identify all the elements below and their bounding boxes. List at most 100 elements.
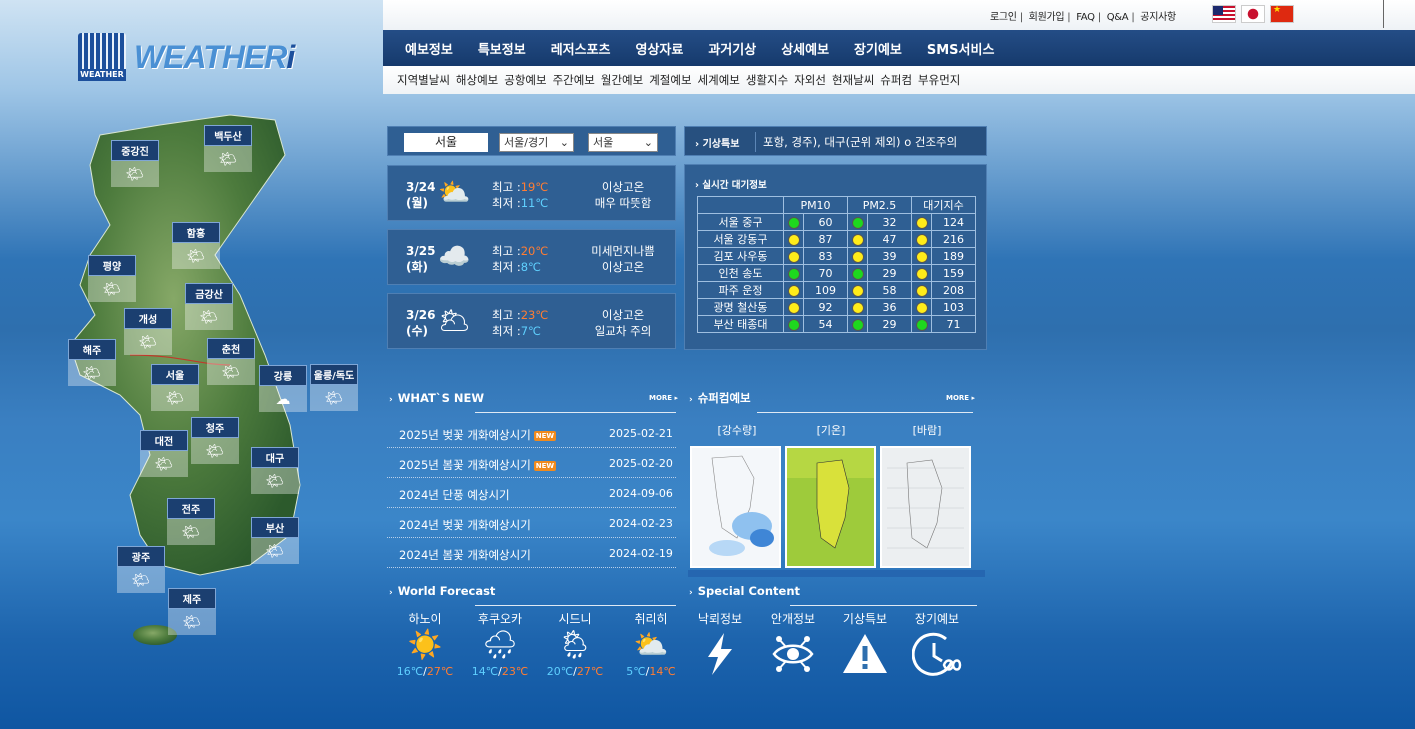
precip-map-thumbnail[interactable] (690, 446, 781, 568)
map-city-daejeon[interactable]: 대전 🌤 (140, 430, 188, 477)
subnav-item[interactable]: 자외선 (794, 72, 826, 88)
subnav-item[interactable]: 세계예보 (698, 72, 740, 88)
wind-map-thumbnail[interactable] (880, 446, 971, 568)
chevron-down-icon: ⌄ (559, 136, 569, 149)
subnav-item[interactable]: 월간예보 (601, 72, 643, 88)
logo-mark-icon: WEATHER (78, 33, 126, 81)
news-date: 2024-02-19 (609, 547, 673, 560)
long-range-clock-icon[interactable] (902, 631, 972, 679)
world-city-name[interactable]: 후쿠오카 (465, 610, 535, 627)
subnav-item[interactable]: 주간예보 (553, 72, 595, 88)
pm25-status-dot (851, 284, 864, 297)
news-item[interactable]: 2025년 봄꽃 개화예상시기 NEW 2025-02-20 (387, 448, 676, 478)
nav-imagery[interactable]: 영상자료 (636, 39, 684, 58)
special-fog-label[interactable]: 안개정보 (758, 610, 828, 627)
nav-forecast[interactable]: 예보정보 (405, 39, 453, 58)
subnav-item[interactable]: 부유먼지 (918, 72, 960, 88)
partly-cloudy-icon: 🌤 (117, 567, 165, 593)
supercomputer-more-link[interactable]: MORE ▸ (946, 394, 975, 402)
map-city-jeju[interactable]: 제주 🌤 (168, 588, 216, 635)
temp-map-thumbnail[interactable] (785, 446, 876, 568)
fog-eye-icon[interactable] (758, 631, 828, 679)
map-city-baekdusan[interactable]: 백두산 🌤 (204, 125, 252, 172)
nav-past-weather[interactable]: 과거기상 (708, 39, 756, 58)
special-lightning-label[interactable]: 낙뢰정보 (685, 610, 755, 627)
whats-new-more-link[interactable]: MORE ▸ (649, 394, 678, 402)
jp-flag-icon[interactable] (1241, 5, 1265, 23)
map-city-geumgangsan[interactable]: 금강산 🌤 (185, 283, 233, 330)
nav-sms[interactable]: SMS서비스 (927, 39, 995, 58)
map-city-haeju[interactable]: 해주 🌤 (68, 339, 116, 386)
map-city-gwangju[interactable]: 광주 🌤 (117, 546, 165, 593)
cn-flag-icon[interactable] (1270, 5, 1294, 23)
aqi-value: 124 (931, 213, 976, 231)
subnav-item[interactable]: 생활지수 (746, 72, 788, 88)
logo-text: WEATHERi (134, 39, 295, 75)
map-city-cheongju[interactable]: 청주 🌤 (191, 417, 239, 464)
forecast-day-2: 3/25 (화) ☁️ 최고 :20℃ 최저 :8℃ 미세먼지나쁨 이상고온 (387, 229, 676, 285)
world-city-temps: 5℃/14℃ (626, 665, 676, 678)
subnav-item[interactable]: 슈퍼컴 (880, 72, 912, 88)
subnav-item[interactable]: 공항예보 (504, 72, 546, 88)
chevron-right-icon: › (695, 139, 700, 150)
warning-icon[interactable] (830, 631, 900, 679)
us-flag-icon[interactable] (1212, 5, 1236, 23)
world-city-name[interactable]: 시드니 (540, 610, 610, 627)
map-city-gaeseong[interactable]: 개성 🌤 (124, 308, 172, 355)
nav-detailed-forecast[interactable]: 상세예보 (781, 39, 829, 58)
map-city-gangneung[interactable]: 강릉 ☁ (259, 365, 307, 412)
pm10-value: 60 (803, 213, 848, 231)
subnav-item[interactable]: 해상예보 (456, 72, 498, 88)
city-select[interactable]: 서울 ⌄ (588, 133, 658, 152)
qna-link[interactable]: Q&A (1107, 12, 1129, 23)
air-quality-table: PM10 PM2.5 대기지수 서울 중구 60 32 124 서울 강동구 87 47 21… (697, 196, 976, 333)
weather-alert-ticker[interactable]: › 기상특보 포항, 경주), 대구(군위 제외) o 건조주의 (684, 126, 987, 156)
partly-cloudy-icon: 🌤 (185, 304, 233, 330)
map-city-busan[interactable]: 부산 🌤 (251, 517, 299, 564)
aqi-value: 208 (931, 281, 976, 299)
map-city-chuncheon[interactable]: 춘천 🌤 (207, 338, 255, 385)
utility-links: 로그인 | 회원가입 | FAQ | Q&A | 공지사항 (990, 12, 1176, 23)
forecast-day-1: 3/24 (월) ⛅ 최고 :19℃ 최저 :11℃ 이상고온 매우 따뜻함 (387, 165, 676, 221)
world-city-name[interactable]: 하노이 (390, 610, 460, 627)
map-city-hamheung[interactable]: 함흥 🌤 (172, 222, 220, 269)
map-city-junggangjin[interactable]: 중강진 🌤 (111, 140, 159, 187)
lightning-icon[interactable] (685, 631, 755, 679)
aqi-status-dot (915, 233, 928, 246)
notice-link[interactable]: 공지사항 (1140, 12, 1176, 23)
nav-long-range[interactable]: 장기예보 (854, 39, 902, 58)
map-city-ulleung-dokdo[interactable]: 울릉/독도 🌤 (310, 364, 358, 411)
subnav-item[interactable]: 계절예보 (649, 72, 691, 88)
nav-warnings[interactable]: 특보정보 (478, 39, 526, 58)
chevron-right-icon: › (695, 180, 699, 191)
map-city-seoul[interactable]: 서울 🌤 (151, 364, 199, 411)
special-longrange-label[interactable]: 장기예보 (902, 610, 972, 627)
news-item[interactable]: 2024년 봄꽃 개화예상시기 2024-02-19 (387, 538, 676, 568)
faq-link[interactable]: FAQ (1076, 12, 1095, 23)
pm10-value: 54 (803, 315, 848, 333)
special-warning-label[interactable]: 기상특보 (830, 610, 900, 627)
air-row: 광명 철산동 92 36 103 (697, 298, 976, 316)
partly-cloudy-icon: 🌤 (172, 243, 220, 269)
partly-cloudy-icon: 🌤 (310, 385, 358, 411)
pm25-status-dot (851, 301, 864, 314)
login-link[interactable]: 로그인 (990, 12, 1017, 23)
partly-cloudy-icon: 🌤 (207, 359, 255, 385)
air-quality-title: › 실시간 대기정보 (695, 180, 767, 191)
map-city-daegu[interactable]: 대구 🌤 (251, 447, 299, 494)
selected-city: 서울 (404, 133, 488, 152)
nav-leisure[interactable]: 레저스포츠 (551, 39, 611, 58)
news-item[interactable]: 2025년 벚꽃 개화예상시기 NEW 2025-02-21 (387, 418, 676, 448)
world-city-name[interactable]: 취리히 (616, 610, 686, 627)
subnav-item[interactable]: 현재날씨 (832, 72, 874, 88)
subnav-item[interactable]: 지역별날씨 (397, 72, 450, 88)
site-logo[interactable]: WEATHER WEATHERi (78, 33, 295, 83)
region-select[interactable]: 서울/경기 ⌄ (499, 133, 574, 152)
partly-cloudy-icon: 🌤 (88, 276, 136, 302)
signup-link[interactable]: 회원가입 (1029, 12, 1065, 23)
map-city-pyongyang[interactable]: 평양 🌤 (88, 255, 136, 302)
map-city-jeonju[interactable]: 전주 🌤 (167, 498, 215, 545)
news-item[interactable]: 2024년 단풍 예상시기 2024-09-06 (387, 478, 676, 508)
news-item[interactable]: 2024년 벚꽃 개화예상시기 2024-02-23 (387, 508, 676, 538)
aqi-value: 189 (931, 247, 976, 265)
